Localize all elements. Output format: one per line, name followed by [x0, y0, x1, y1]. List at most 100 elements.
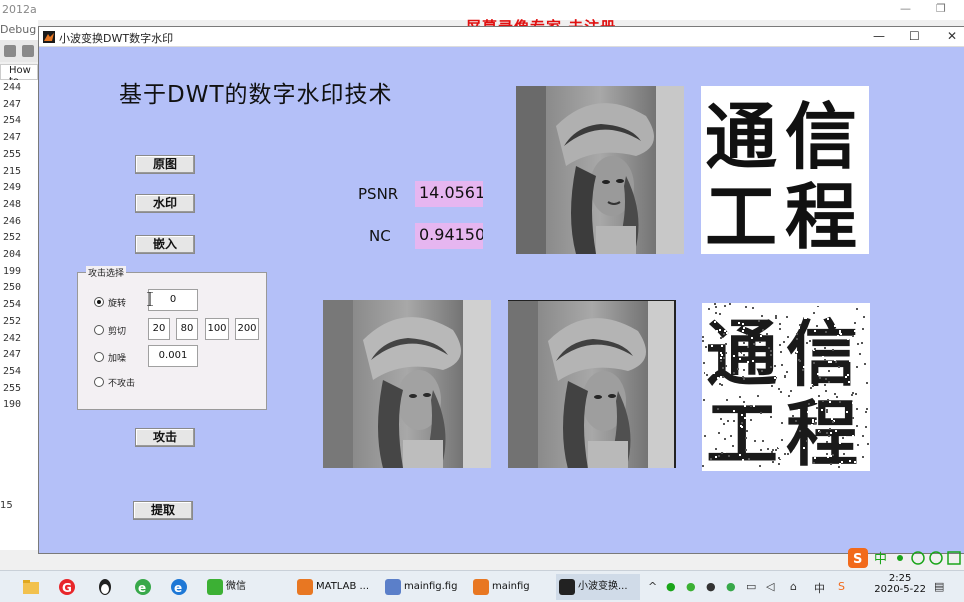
maximize-button[interactable]: ☐: [909, 29, 920, 43]
noise-speckle: [739, 353, 741, 355]
noise-speckle: [762, 440, 764, 442]
noise-speckle: [807, 411, 809, 413]
minimize-button[interactable]: —: [873, 29, 885, 43]
embed-button[interactable]: 嵌入: [135, 235, 195, 254]
noise-speckle: [829, 413, 831, 415]
noise-speckle: [782, 314, 784, 316]
tray-sogou-icon[interactable]: S: [838, 580, 845, 593]
tray-expand-icon[interactable]: ^: [648, 580, 657, 593]
attack-button[interactable]: 攻击: [135, 428, 195, 447]
noise-speckle: [810, 387, 812, 389]
bg-menu-debug[interactable]: Debug: [0, 23, 36, 36]
bg-minimize-button[interactable]: —: [900, 2, 911, 15]
tray-security-icon[interactable]: ●: [726, 580, 736, 593]
noise-level-input[interactable]: 0.001: [148, 345, 198, 367]
noise-speckle: [851, 320, 853, 322]
noise-speckle: [861, 404, 863, 406]
noise-speckle: [825, 331, 827, 333]
radio-noise[interactable]: [94, 352, 104, 362]
svg-text:e: e: [138, 581, 146, 595]
noise-speckle: [705, 466, 707, 468]
crop-y1-input[interactable]: 100: [205, 318, 229, 340]
original-image-button[interactable]: 原图: [135, 155, 195, 174]
bg-toolbar: [0, 40, 38, 62]
tray-wechat-icon[interactable]: ●: [686, 580, 696, 593]
page-title: 基于DWT的数字水印技术: [119, 82, 393, 108]
rotate-angle-input[interactable]: 0: [148, 289, 198, 311]
bg-status-value: 15: [0, 500, 13, 511]
bg-maximize-button[interactable]: ❐: [936, 2, 946, 15]
bg-list-value: 247: [3, 132, 22, 144]
extract-button[interactable]: 提取: [133, 501, 193, 520]
noise-speckle: [805, 345, 807, 347]
noise-speckle: [819, 431, 821, 433]
crop-x1-input[interactable]: 20: [148, 318, 170, 340]
taskbar-app-dwt-figure[interactable]: 小波变换...: [556, 574, 640, 600]
noise-speckle: [865, 346, 867, 348]
noise-speckle: [812, 419, 814, 421]
watermark-button[interactable]: 水印: [135, 194, 195, 213]
noise-speckle: [830, 463, 832, 465]
taskbar-app-mainfig-fig[interactable]: mainfig.fig: [382, 574, 466, 600]
noise-speckle: [715, 456, 717, 458]
bg-menu-bar: Debug: [0, 20, 38, 40]
noise-speckle: [847, 374, 849, 376]
tray-ime-icon[interactable]: 中: [814, 580, 825, 596]
paste-icon[interactable]: [22, 45, 34, 57]
bg-editor-tab[interactable]: How to: [0, 64, 38, 87]
radio-crop[interactable]: [94, 325, 104, 335]
browser-g-icon[interactable]: G: [58, 574, 78, 600]
noise-speckle: [717, 389, 719, 391]
noise-speckle: [806, 364, 808, 366]
noise-speckle: [733, 355, 735, 357]
crop-x2-input[interactable]: 80: [176, 318, 198, 340]
noise-speckle: [798, 327, 800, 329]
radio-no-attack[interactable]: [94, 377, 104, 387]
tray-app-icon[interactable]: ●: [666, 580, 676, 593]
qq-icon[interactable]: [96, 574, 116, 600]
noise-speckle: [828, 361, 830, 363]
ie-green-icon[interactable]: e: [134, 574, 154, 600]
noise-speckle: [788, 395, 790, 397]
radio-rotate[interactable]: [94, 297, 104, 307]
noise-speckle: [720, 337, 722, 339]
tray-network-icon[interactable]: ⌂: [790, 580, 797, 593]
noise-speckle: [782, 304, 784, 306]
noise-speckle: [720, 418, 722, 420]
taskbar-app-mainfig[interactable]: mainfig: [470, 574, 550, 600]
close-button[interactable]: ✕: [947, 29, 957, 43]
tray-battery-icon[interactable]: ▭: [746, 580, 756, 593]
taskbar-app-matlab[interactable]: MATLAB ...: [294, 574, 374, 600]
ime-toolbar[interactable]: S 中: [848, 548, 964, 568]
file-explorer-icon[interactable]: [22, 574, 42, 600]
noise-speckle: [752, 360, 754, 362]
noise-speckle: [803, 447, 805, 449]
taskbar-app-label: mainfig: [492, 581, 530, 592]
noise-speckle: [784, 311, 786, 313]
noise-speckle: [798, 409, 800, 411]
noise-speckle: [757, 395, 759, 397]
tray-qq-icon[interactable]: ●: [706, 580, 716, 593]
noise-speckle: [740, 343, 742, 345]
copy-icon[interactable]: [4, 45, 16, 57]
noise-speckle: [783, 341, 785, 343]
edge-icon[interactable]: e: [170, 574, 190, 600]
radio-rotate-label: 旋转: [108, 299, 127, 309]
watermark-char: 工: [705, 175, 777, 254]
noise-speckle: [836, 396, 838, 398]
noise-speckle: [845, 376, 847, 378]
noise-speckle: [719, 305, 721, 307]
notification-icon[interactable]: ▤: [934, 580, 944, 593]
taskbar-app-wechat[interactable]: 微信: [204, 574, 284, 600]
noise-speckle: [730, 384, 732, 386]
taskbar-clock[interactable]: 2:25 2020-5-22: [874, 573, 926, 595]
crop-y2-input[interactable]: 200: [235, 318, 259, 340]
noise-speckle: [759, 465, 761, 467]
taskbar-app-label: mainfig.fig: [404, 581, 458, 592]
noise-speckle: [846, 411, 848, 413]
noise-speckle: [859, 353, 861, 355]
tray-volume-icon[interactable]: ◁: [766, 580, 774, 593]
noise-speckle: [854, 461, 856, 463]
noise-speckle: [743, 354, 745, 356]
noise-speckle: [732, 312, 734, 314]
